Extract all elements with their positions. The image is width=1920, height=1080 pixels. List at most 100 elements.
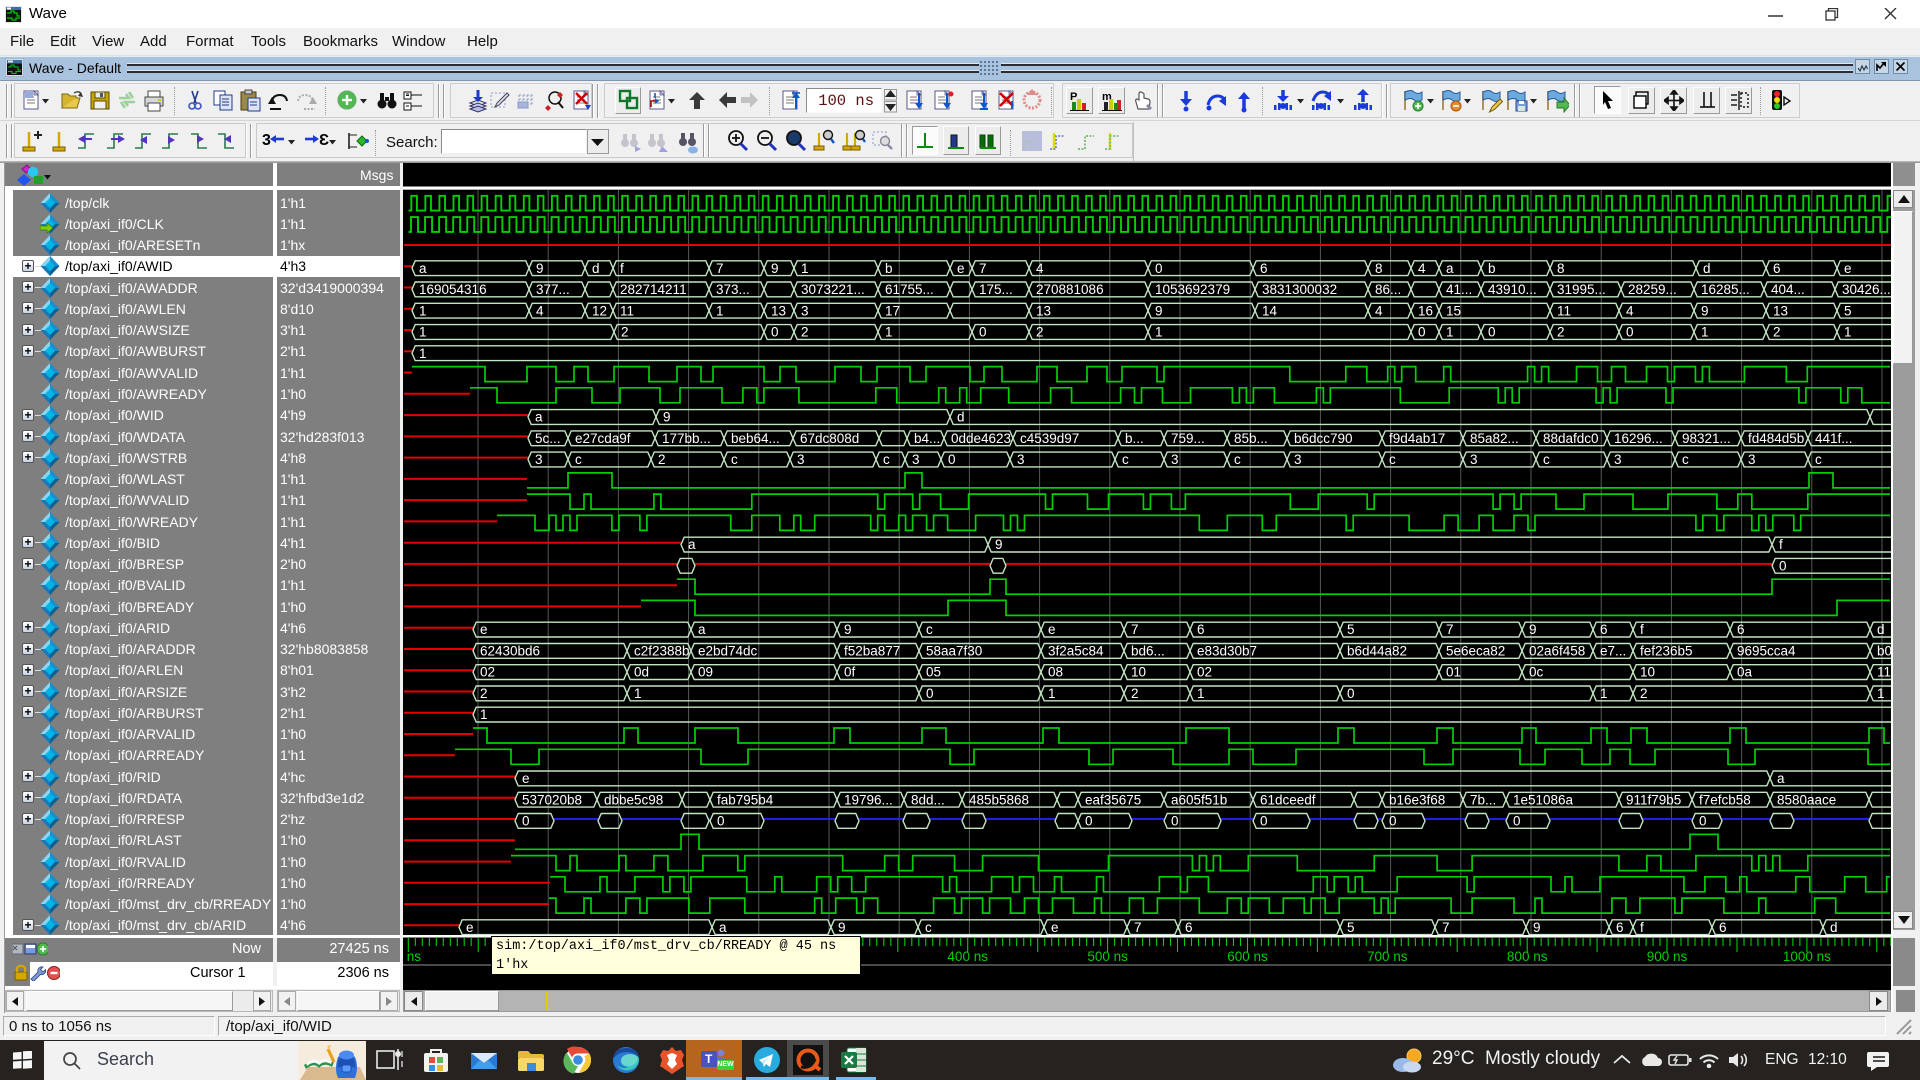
svg-text:c: c	[926, 622, 933, 637]
svg-text:02: 02	[1197, 665, 1212, 680]
svg-text:3: 3	[1470, 452, 1478, 467]
svg-text:5: 5	[1347, 622, 1355, 637]
svg-text:800 ns: 800 ns	[1507, 949, 1548, 964]
svg-text:4: 4	[1375, 303, 1383, 318]
svg-text:86...: 86...	[1375, 282, 1401, 297]
svg-text:11: 11	[1877, 665, 1891, 680]
svg-text:0: 0	[979, 325, 987, 340]
svg-text:f52ba877: f52ba877	[844, 644, 900, 659]
svg-text:6: 6	[1773, 261, 1781, 276]
svg-text:1: 1	[1446, 325, 1454, 340]
svg-text:c4539d97: c4539d97	[1020, 431, 1079, 446]
svg-text:600 ns: 600 ns	[1227, 949, 1268, 964]
svg-text:e: e	[522, 771, 530, 786]
svg-text:c: c	[883, 452, 890, 467]
svg-text:2: 2	[1773, 325, 1781, 340]
svg-text:0a: 0a	[1737, 665, 1753, 680]
svg-text:d: d	[1877, 622, 1885, 637]
svg-text:2: 2	[480, 686, 488, 701]
svg-text:16285...: 16285...	[1701, 282, 1750, 297]
svg-text:e83d30b7: e83d30b7	[1197, 644, 1257, 659]
svg-text:10: 10	[1131, 665, 1146, 680]
svg-text:16: 16	[1418, 303, 1433, 318]
svg-text:beb64...: beb64...	[731, 431, 780, 446]
svg-text:1: 1	[1048, 686, 1056, 701]
svg-text:1: 1	[419, 303, 427, 318]
svg-text:2: 2	[1557, 325, 1565, 340]
svg-text:900 ns: 900 ns	[1647, 949, 1688, 964]
svg-text:f: f	[1640, 920, 1644, 935]
svg-text:7: 7	[716, 261, 724, 276]
svg-text:9: 9	[995, 537, 1003, 552]
svg-text:9: 9	[838, 920, 846, 935]
svg-text:7b...: 7b...	[1470, 792, 1496, 807]
svg-text:f: f	[1640, 622, 1644, 637]
svg-text:1: 1	[419, 346, 427, 361]
svg-text:4: 4	[536, 303, 544, 318]
svg-text:e: e	[466, 920, 474, 935]
svg-text:c: c	[1234, 452, 1241, 467]
svg-text:19796...: 19796...	[844, 792, 893, 807]
svg-text:28259...: 28259...	[1628, 282, 1677, 297]
svg-text:a: a	[1777, 771, 1785, 786]
svg-text:373...: 373...	[716, 282, 750, 297]
svg-text:1000 ns: 1000 ns	[1783, 949, 1831, 964]
svg-text:14: 14	[1262, 303, 1278, 318]
svg-text:7: 7	[1131, 622, 1139, 637]
svg-text:0: 0	[1171, 814, 1179, 829]
svg-text:8: 8	[1557, 261, 1565, 276]
svg-text:c: c	[1682, 452, 1689, 467]
svg-text:c: c	[731, 452, 738, 467]
svg-text:67dc808d: 67dc808d	[800, 431, 859, 446]
svg-text:13: 13	[1773, 303, 1788, 318]
svg-text:441f...: 441f...	[1815, 431, 1853, 446]
svg-text:f: f	[1779, 537, 1783, 552]
svg-text:fab795b4: fab795b4	[717, 792, 774, 807]
svg-text:d: d	[957, 410, 965, 425]
svg-text:10: 10	[1640, 665, 1655, 680]
svg-text:9: 9	[844, 622, 852, 637]
svg-text:1: 1	[801, 261, 809, 276]
svg-text:2: 2	[1640, 686, 1648, 701]
svg-text:1053692379: 1053692379	[1155, 282, 1230, 297]
svg-text:0: 0	[1488, 325, 1496, 340]
svg-text:175...: 175...	[979, 282, 1013, 297]
svg-text:1: 1	[1844, 325, 1852, 340]
svg-text:3: 3	[1748, 452, 1756, 467]
svg-text:2: 2	[1036, 325, 1044, 340]
svg-text:c: c	[1543, 452, 1550, 467]
svg-text:3: 3	[1017, 452, 1025, 467]
svg-text:6: 6	[1616, 920, 1624, 935]
svg-text:a: a	[1446, 261, 1454, 276]
svg-text:9: 9	[1701, 303, 1709, 318]
svg-text:11: 11	[620, 303, 634, 318]
svg-text:a: a	[535, 410, 543, 425]
svg-text:400 ns: 400 ns	[947, 949, 988, 964]
svg-text:5c...: 5c...	[535, 431, 561, 446]
svg-text:1: 1	[1877, 686, 1885, 701]
svg-text:377...: 377...	[536, 282, 570, 297]
svg-text:0d: 0d	[634, 665, 649, 680]
svg-text:fef236b5: fef236b5	[1640, 644, 1693, 659]
svg-text:6: 6	[1197, 622, 1205, 637]
svg-text:0 ns: 0 ns	[403, 949, 421, 964]
svg-text:700 ns: 700 ns	[1367, 949, 1408, 964]
svg-text:5e6eca82: 5e6eca82	[1446, 644, 1505, 659]
svg-text:759...: 759...	[1171, 431, 1205, 446]
svg-text:1e51086a: 1e51086a	[1513, 792, 1574, 807]
svg-text:1: 1	[419, 325, 427, 340]
svg-text:0f: 0f	[844, 665, 856, 680]
svg-text:9: 9	[1529, 622, 1537, 637]
svg-text:d: d	[1830, 920, 1838, 935]
svg-text:a: a	[688, 537, 696, 552]
svg-text:500 ns: 500 ns	[1087, 949, 1128, 964]
svg-text:9: 9	[1155, 303, 1163, 318]
svg-text:61755...: 61755...	[885, 282, 934, 297]
svg-text:e: e	[1048, 622, 1056, 637]
svg-text:177bb...: 177bb...	[662, 431, 711, 446]
svg-text:15: 15	[1446, 303, 1461, 318]
svg-text:1: 1	[1701, 325, 1709, 340]
svg-text:T: T	[705, 1052, 713, 1066]
svg-text:b: b	[1488, 261, 1496, 276]
svg-text:404...: 404...	[1771, 282, 1805, 297]
